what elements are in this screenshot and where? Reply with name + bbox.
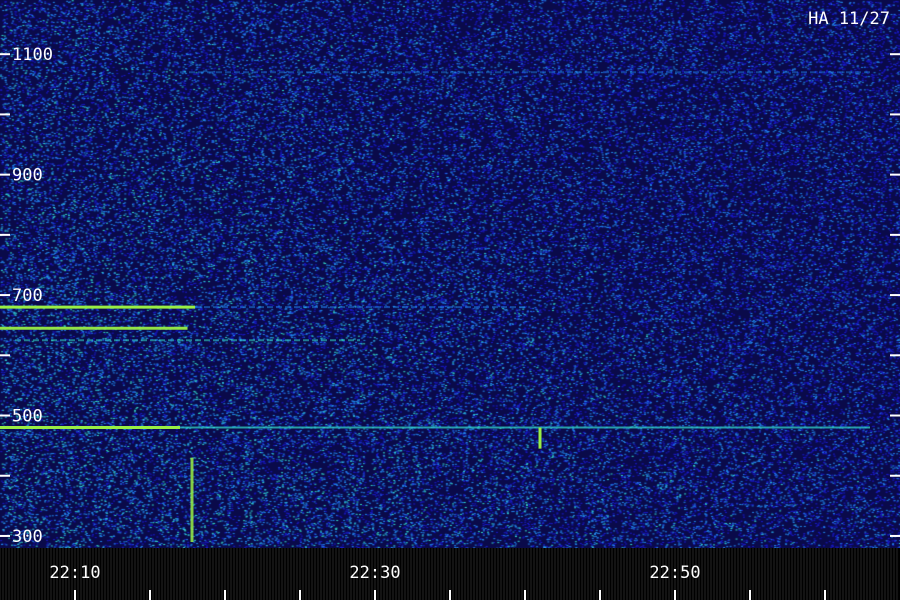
y-tick-label: 700 (12, 286, 43, 306)
noise-layer (0, 0, 900, 548)
y-tick-label: 300 (12, 527, 43, 547)
y-tick-label: 1100 (12, 45, 53, 65)
x-tick-label: 22:10 (49, 563, 100, 583)
noise-texture (0, 0, 900, 548)
corner-label: HA 11/27 (808, 9, 890, 29)
y-tick-label: 500 (12, 407, 43, 427)
x-tick-label: 22:30 (349, 563, 400, 583)
spectrogram-svg: 1100 900 700 500 300 22:10 22:30 22:50 HA 11/27 (0, 0, 900, 600)
spectrogram-chart: 1100 900 700 500 300 22:10 22:30 22:50 HA 11/27 (0, 0, 900, 600)
x-tick-label: 22:50 (649, 563, 700, 583)
y-tick-label: 900 (12, 166, 43, 186)
